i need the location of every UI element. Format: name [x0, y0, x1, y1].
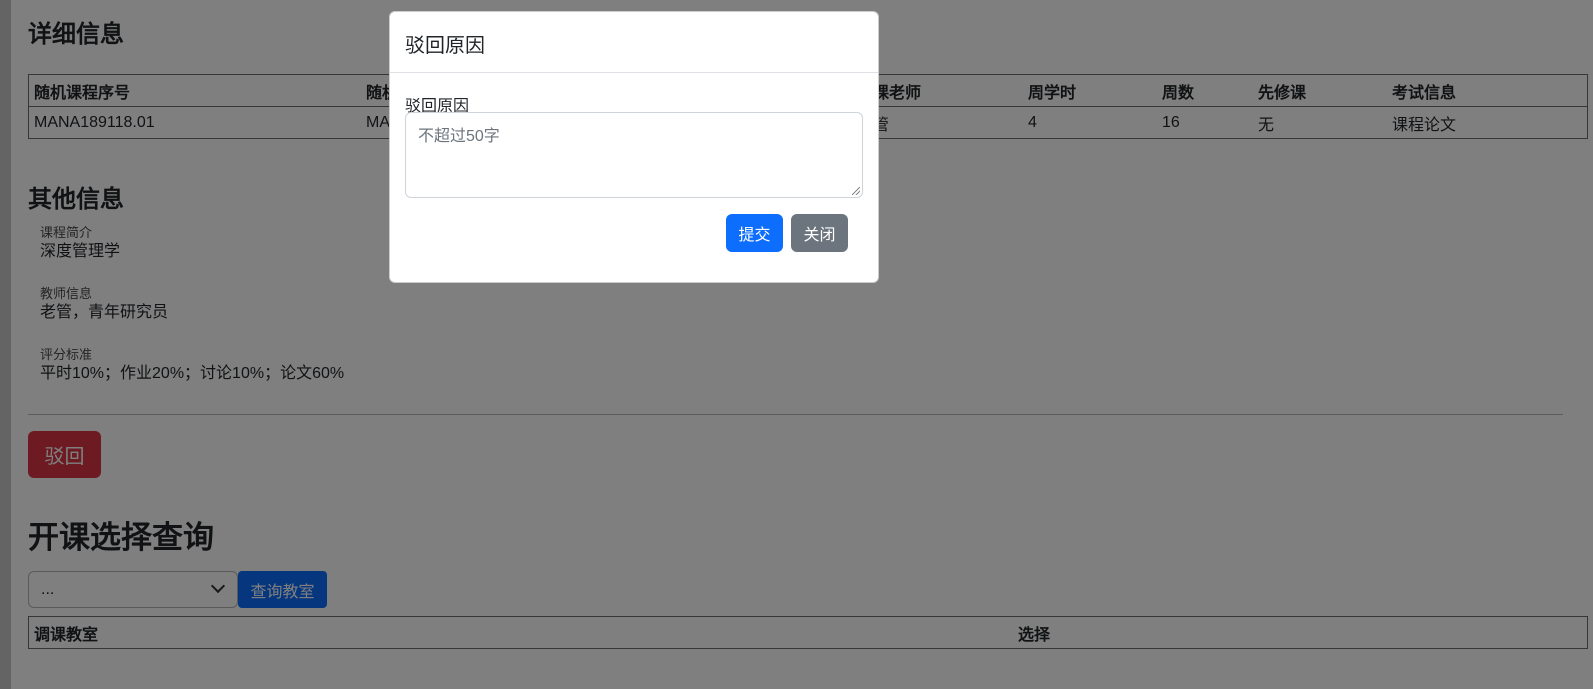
reject-reason-modal: 驳回原因 驳回原因 不超过50字 提交 关闭	[389, 11, 879, 283]
submit-button[interactable]: 提交	[726, 214, 783, 252]
reject-reason-textarea[interactable]: 不超过50字	[405, 112, 863, 198]
modal-title: 驳回原因	[390, 12, 878, 73]
close-button[interactable]: 关闭	[791, 214, 848, 252]
resize-handle-icon[interactable]	[852, 187, 860, 195]
textarea-placeholder: 不超过50字	[418, 128, 500, 145]
